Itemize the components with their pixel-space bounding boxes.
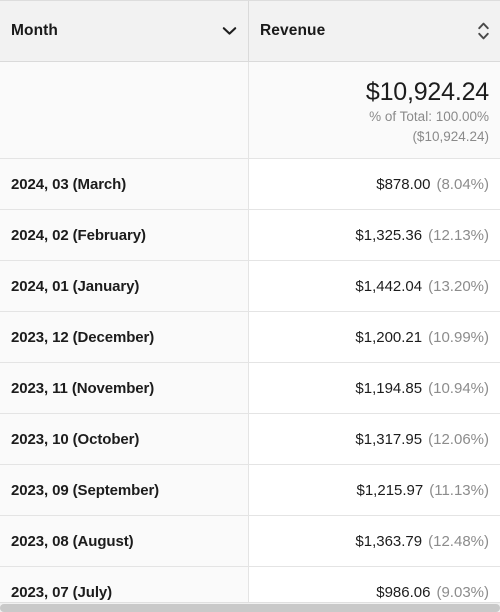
table-row[interactable]: 2023, 10 (October) $1,317.95 (12.06%) — [0, 414, 500, 465]
cell-revenue: $1,215.97 (11.13%) — [249, 465, 500, 515]
cell-revenue-percent: (12.13%) — [428, 226, 489, 244]
sort-updown-icon[interactable] — [477, 20, 490, 42]
summary-total-value: $10,924.24 — [365, 77, 489, 106]
summary-percent-of-total: % of Total: 100.00% — [369, 108, 489, 124]
table-row[interactable]: 2023, 12 (December) $1,200.21 (10.99%) — [0, 312, 500, 363]
table-row[interactable]: 2024, 02 (February) $1,325.36 (12.13%) — [0, 210, 500, 261]
cell-revenue: $1,200.21 (10.99%) — [249, 312, 500, 362]
table-rows-host: 2024, 03 (March) $878.00 (8.04%) 2024, 02 (… — [0, 159, 500, 612]
table-row[interactable]: 2023, 09 (September) $1,215.97 (11.13%) — [0, 465, 500, 516]
summary-month-cell — [0, 62, 249, 158]
table-row[interactable]: 2023, 11 (November) $1,194.85 (10.94%) — [0, 363, 500, 414]
cell-revenue-amount: $1,215.97 — [356, 481, 424, 499]
column-header-month-label: Month — [11, 22, 58, 39]
summary-total-parenthetical: ($10,924.24) — [412, 128, 489, 144]
column-header-revenue-label: Revenue — [260, 22, 326, 39]
cell-revenue-percent: (9.03%) — [436, 583, 489, 601]
table-summary-row: $10,924.24 % of Total: 100.00% ($10,924.… — [0, 62, 500, 159]
cell-month: 2023, 08 (August) — [0, 516, 249, 566]
cell-revenue-amount: $1,317.95 — [355, 430, 423, 448]
cell-month: 2024, 03 (March) — [0, 159, 249, 209]
cell-month: 2023, 10 (October) — [0, 414, 249, 464]
summary-revenue-cell: $10,924.24 % of Total: 100.00% ($10,924.… — [249, 62, 500, 158]
cell-month: 2023, 11 (November) — [0, 363, 249, 413]
cell-revenue-percent: (12.48%) — [428, 532, 489, 550]
cell-revenue-percent: (12.06%) — [428, 430, 489, 448]
horizontal-scrollbar-thumb[interactable] — [0, 604, 500, 612]
cell-revenue: $1,442.04 (13.20%) — [249, 261, 500, 311]
cell-revenue-amount: $878.00 — [376, 175, 431, 193]
cell-revenue-amount: $1,200.21 — [355, 328, 423, 346]
cell-revenue-amount: $986.06 — [376, 583, 431, 601]
cell-revenue: $1,363.79 (12.48%) — [249, 516, 500, 566]
cell-month: 2024, 01 (January) — [0, 261, 249, 311]
cell-revenue-amount: $1,363.79 — [355, 532, 423, 550]
cell-revenue-amount: $1,442.04 — [355, 277, 423, 295]
cell-month: 2023, 12 (December) — [0, 312, 249, 362]
table-header-row: Month Revenue — [0, 0, 500, 62]
horizontal-scrollbar[interactable] — [0, 602, 500, 612]
revenue-by-month-table: Month Revenue $10,924.24 % of Total: 100… — [0, 0, 500, 612]
column-header-revenue[interactable]: Revenue — [249, 1, 500, 61]
chevron-down-icon[interactable] — [222, 26, 237, 36]
cell-month: 2023, 09 (September) — [0, 465, 249, 515]
cell-revenue-percent: (13.20%) — [428, 277, 489, 295]
column-header-month[interactable]: Month — [0, 1, 249, 61]
table-row[interactable]: 2023, 08 (August) $1,363.79 (12.48%) — [0, 516, 500, 567]
cell-revenue: $878.00 (8.04%) — [249, 159, 500, 209]
table-row[interactable]: 2024, 03 (March) $878.00 (8.04%) — [0, 159, 500, 210]
cell-revenue-percent: (10.94%) — [428, 379, 489, 397]
cell-revenue-amount: $1,325.36 — [355, 226, 423, 244]
cell-month: 2024, 02 (February) — [0, 210, 249, 260]
cell-revenue: $1,325.36 (12.13%) — [249, 210, 500, 260]
cell-revenue: $1,194.85 (10.94%) — [249, 363, 500, 413]
cell-revenue-percent: (11.13%) — [429, 481, 489, 499]
cell-revenue-amount: $1,194.85 — [355, 379, 423, 397]
table-row[interactable]: 2024, 01 (January) $1,442.04 (13.20%) — [0, 261, 500, 312]
cell-revenue: $1,317.95 (12.06%) — [249, 414, 500, 464]
table-body: $10,924.24 % of Total: 100.00% ($10,924.… — [0, 62, 500, 612]
cell-revenue-percent: (10.99%) — [428, 328, 489, 346]
cell-revenue-percent: (8.04%) — [436, 175, 489, 193]
